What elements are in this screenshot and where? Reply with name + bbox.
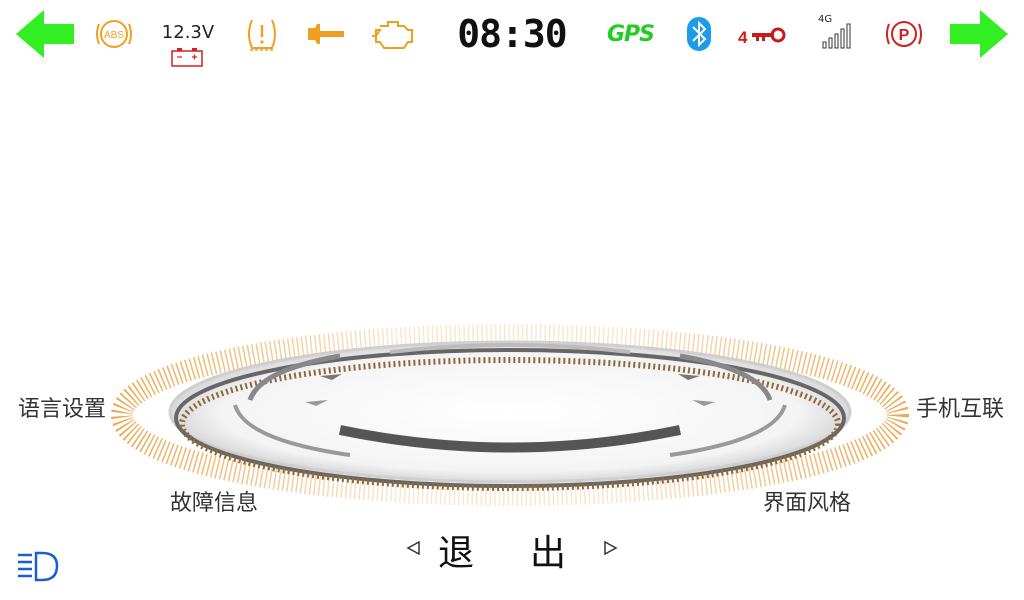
parking-brake-icon: P <box>884 16 924 52</box>
exit-button[interactable]: 退出 <box>438 524 586 576</box>
menu-language[interactable]: 语言设置 <box>18 391 106 423</box>
arrow-left-icon[interactable] <box>14 8 76 60</box>
headlight-icon <box>16 550 60 584</box>
voltage-readout: 12.3V <box>161 22 215 43</box>
gps-icon: GPS <box>607 22 655 47</box>
abs-warning-icon: ABS <box>94 16 134 52</box>
abs-label: ABS <box>104 30 124 41</box>
menu-phone-link[interactable]: 手机互联 <box>916 391 1004 423</box>
bluetooth-icon[interactable] <box>686 16 712 52</box>
tire-pressure-icon <box>244 16 280 52</box>
key-count: 4 <box>738 28 748 47</box>
menu-ui-style[interactable]: 界面风格 <box>763 485 851 517</box>
wrench-icon <box>306 20 346 48</box>
battery-icon <box>170 46 206 68</box>
exit-prev-arrow-icon[interactable] <box>406 540 422 556</box>
engine-check-icon <box>370 16 418 52</box>
exit-next-arrow-icon[interactable] <box>602 540 618 556</box>
key-icon: 4 <box>736 22 788 48</box>
arrow-right-icon[interactable] <box>948 8 1010 60</box>
clock: 08:30 <box>457 12 567 56</box>
parking-label: P <box>899 27 910 44</box>
menu-fault-info[interactable]: 故障信息 <box>170 485 258 517</box>
signal-bars-icon <box>820 20 856 50</box>
